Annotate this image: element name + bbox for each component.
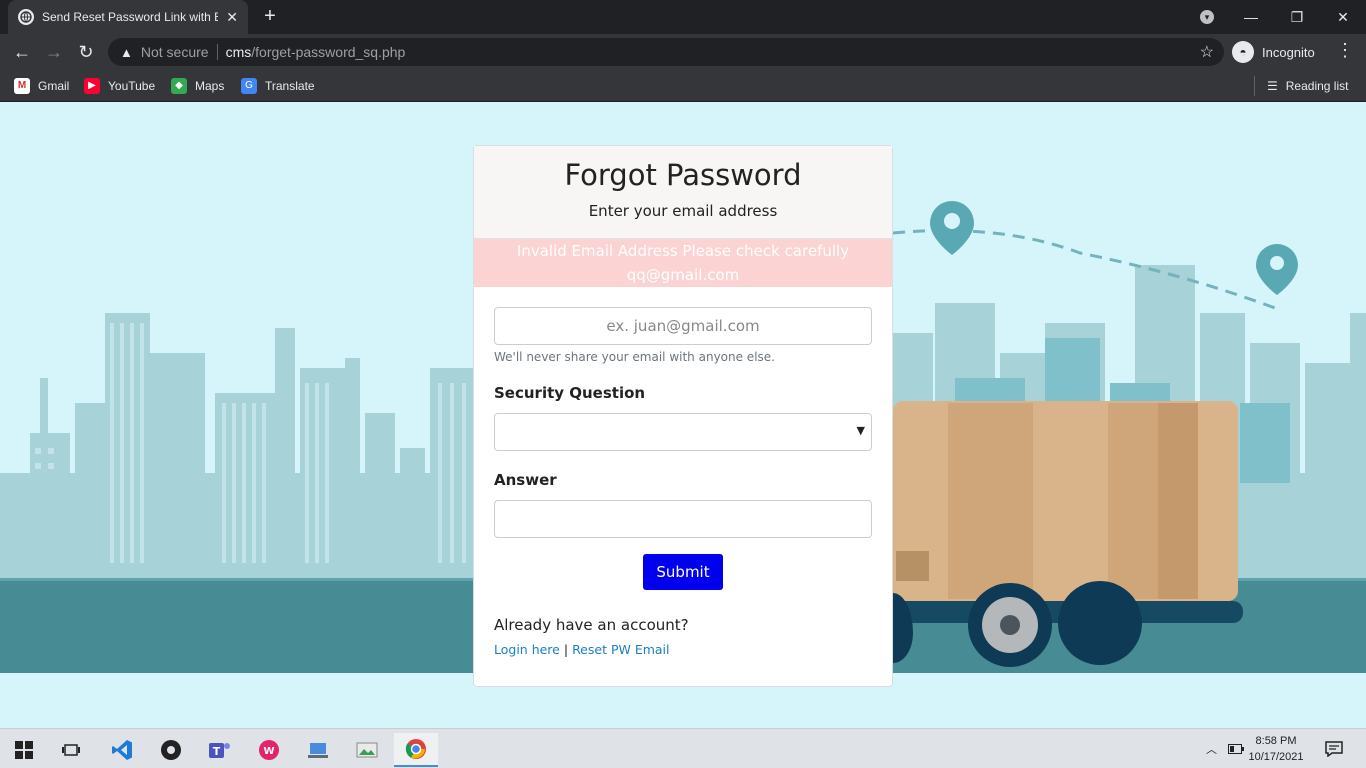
incognito-label: Incognito	[1262, 44, 1315, 60]
incognito-indicator[interactable]: ◓ Incognito	[1232, 39, 1315, 65]
svg-text:W: W	[263, 746, 274, 757]
translate-icon: G	[241, 78, 257, 94]
youtube-icon: ▶	[84, 78, 100, 94]
windows-icon	[15, 741, 33, 759]
photos-icon	[356, 742, 378, 758]
notification-icon	[1325, 741, 1343, 757]
obs-icon	[161, 740, 181, 760]
reading-list-icon: ☰	[1267, 79, 1278, 93]
bookmark-translate[interactable]: G Translate	[241, 76, 315, 96]
windows-taskbar: T W ︿ 8:58 PM 10/17/2021	[0, 728, 1366, 768]
clock-time: 8:58 PM	[1255, 735, 1297, 747]
bookmark-label: Gmail	[38, 79, 70, 93]
error-alert: Invalid Email Address Please check caref…	[474, 239, 892, 287]
minimize-button[interactable]: —	[1228, 0, 1274, 34]
security-question-label: Security Question	[494, 384, 646, 402]
tab-strip: Send Reset Password Link with E: ✕ + ▾ —…	[0, 0, 1366, 34]
tab-search-icon[interactable]: ▾	[1200, 10, 1214, 24]
notifications-button[interactable]	[1325, 729, 1343, 768]
tab-title: Send Reset Password Link with E:	[42, 10, 219, 24]
card-body: We'll never share your email with anyone…	[474, 287, 892, 657]
start-button[interactable]	[2, 733, 46, 767]
task-view-button[interactable]	[49, 733, 93, 767]
card-header: Forgot Password Enter your email address	[474, 146, 892, 239]
vscode-icon	[112, 740, 132, 760]
alert-email: qq@gmail.com	[626, 266, 740, 284]
page-viewport: Forgot Password Enter your email address…	[0, 103, 1366, 728]
submit-button[interactable]: Submit	[643, 554, 723, 590]
incognito-icon: ◓	[1232, 41, 1254, 63]
tab-active[interactable]: Send Reset Password Link with E: ✕	[8, 0, 248, 34]
taskbar-wampserver[interactable]: W	[247, 733, 291, 767]
chevron-down-icon: ▼	[856, 424, 865, 437]
link-separator: |	[563, 642, 569, 657]
taskbar-obs[interactable]	[149, 733, 193, 767]
bookmark-label: Translate	[265, 79, 315, 93]
email-input[interactable]	[494, 307, 872, 345]
back-button[interactable]: ←	[10, 40, 34, 64]
answer-label: Answer	[494, 471, 557, 489]
taskbar-teams[interactable]: T	[198, 733, 242, 767]
already-account-text: Already have an account?	[494, 616, 689, 634]
bookmark-star-icon[interactable]: ☆	[1200, 42, 1214, 62]
reset-email-link[interactable]: Reset PW Email	[572, 642, 669, 657]
task-view-icon	[62, 744, 80, 756]
answer-input[interactable]	[494, 500, 872, 538]
address-bar[interactable]: ▲ Not secure cms /forget-password_sq.php…	[108, 38, 1224, 66]
close-window-button[interactable]: ✕	[1320, 0, 1366, 34]
taskbar-app[interactable]	[296, 733, 340, 767]
page-title: Forgot Password	[564, 158, 802, 192]
forgot-password-card: Forgot Password Enter your email address…	[473, 145, 893, 687]
taskbar-chrome[interactable]	[394, 733, 438, 767]
teams-icon: T	[209, 743, 230, 758]
battery-icon[interactable]	[1228, 729, 1244, 768]
taskbar-photos[interactable]	[345, 733, 389, 767]
bookmark-youtube[interactable]: ▶ YouTube	[84, 76, 155, 96]
reload-button[interactable]: ↻	[74, 40, 98, 64]
alert-message: Invalid Email Address Please check caref…	[516, 242, 850, 260]
auth-links: Login here | Reset PW Email	[494, 642, 872, 657]
maps-icon: ◆	[171, 78, 187, 94]
chevron-up-icon: ︿	[1206, 744, 1217, 756]
bookmark-gmail[interactable]: M Gmail	[14, 76, 69, 96]
warning-icon: ▲	[120, 44, 133, 60]
taskbar-clock[interactable]: 8:58 PM 10/17/2021	[1244, 733, 1308, 765]
email-help-text: We'll never share your email with anyone…	[494, 350, 775, 364]
bookmark-label: Maps	[195, 79, 225, 93]
bookmark-label: YouTube	[108, 79, 156, 93]
wamp-icon: W	[259, 740, 279, 760]
url-path: /forget-password_sq.php	[251, 44, 406, 60]
clock-date: 10/17/2021	[1248, 751, 1304, 763]
tab-close-icon[interactable]: ✕	[226, 9, 238, 26]
kebab-menu-icon[interactable]: ⋮	[1336, 40, 1354, 61]
svg-text:T: T	[213, 745, 221, 758]
card-subtitle: Enter your email address	[588, 202, 778, 220]
submit-wrapper: Submit	[494, 554, 872, 590]
reading-list-label: Reading list	[1285, 79, 1349, 93]
laptop-icon	[308, 743, 328, 758]
restore-button[interactable]: ❐	[1274, 0, 1320, 34]
security-question-select[interactable]: ▼	[494, 413, 872, 451]
browser-toolbar: ← → ↻ ▲ Not secure cms /forget-password_…	[0, 34, 1366, 70]
omnibox-divider	[216, 44, 218, 60]
gmail-icon: M	[14, 78, 30, 94]
globe-icon	[18, 9, 34, 25]
new-tab-button[interactable]: +	[258, 4, 282, 28]
bookmarks-bar: M Gmail ▶ YouTube ◆ Maps G Translate ☰ R…	[0, 70, 1366, 102]
not-secure-label: Not secure	[140, 44, 209, 60]
taskbar-vscode[interactable]	[100, 733, 144, 767]
forward-button[interactable]: →	[42, 40, 66, 64]
login-link[interactable]: Login here	[494, 642, 560, 657]
url-host: cms	[225, 44, 252, 60]
reading-list-button[interactable]: ☰ Reading list	[1254, 76, 1348, 96]
bookmark-maps[interactable]: ◆ Maps	[171, 76, 224, 96]
chrome-icon	[405, 739, 426, 759]
show-hidden-icons-button[interactable]: ︿	[1206, 729, 1217, 768]
